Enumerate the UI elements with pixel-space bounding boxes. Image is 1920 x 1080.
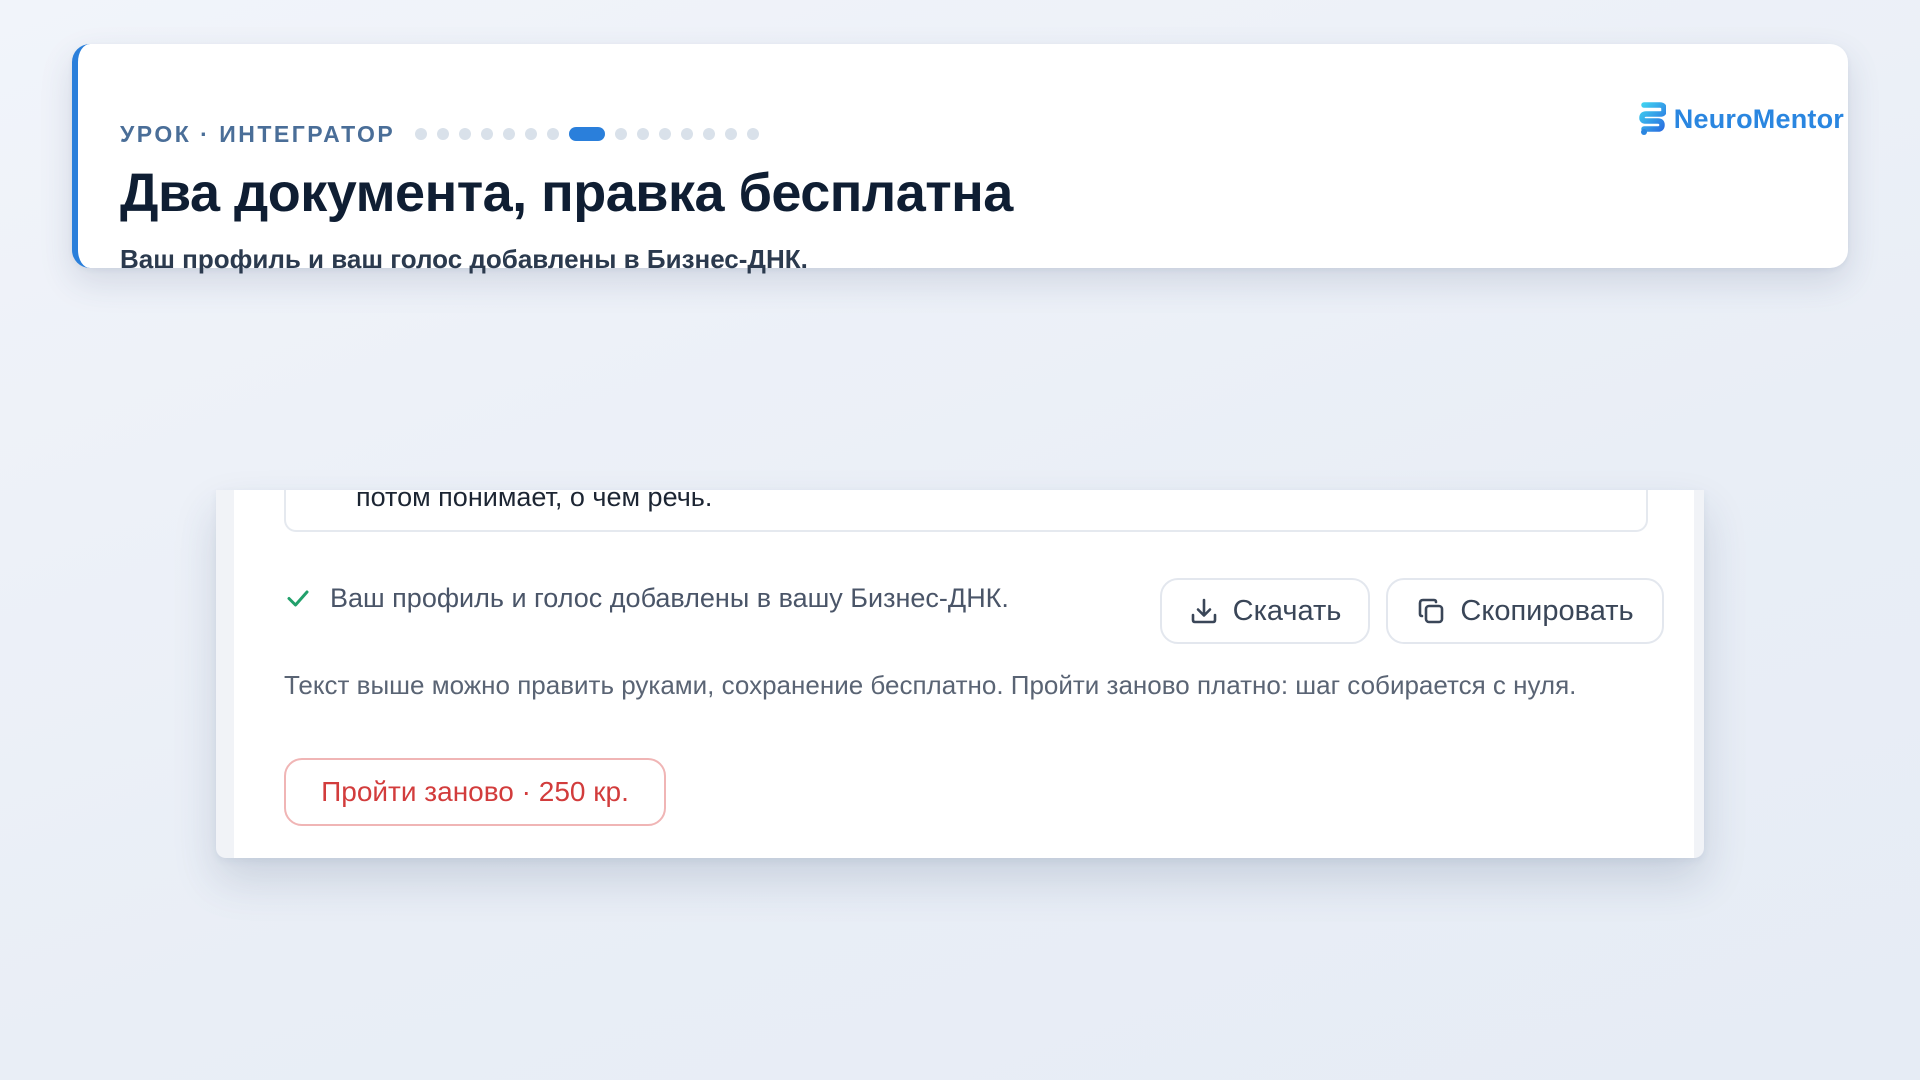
progress-dot	[615, 128, 628, 140]
download-button-label: Скачать	[1232, 594, 1342, 627]
progress-dots	[415, 127, 769, 141]
text-area-content: потом понимает, о чём речь.	[356, 490, 713, 512]
progress-dot	[703, 128, 716, 140]
lesson-header-card: УРОК · ИНТЕГРАТОР Два документа, правка …	[72, 44, 1848, 274]
status-row: Ваш профиль и голос добавлены в вашу Биз…	[284, 582, 1009, 614]
copy-button[interactable]: Скопировать	[1386, 578, 1664, 644]
status-text: Ваш профиль и голос добавлены в вашу Биз…	[330, 582, 1009, 613]
redo-button-label: Пройти заново · 250 кр.	[321, 776, 629, 807]
eyebrow-row: УРОК · ИНТЕГРАТОР	[120, 120, 769, 147]
redo-button[interactable]: Пройти заново · 250 кр.	[284, 758, 666, 826]
neuromentor-logo-icon	[1639, 102, 1666, 135]
download-icon	[1191, 598, 1216, 624]
copy-icon	[1419, 598, 1444, 624]
result-panel: потом понимает, о чём речь. Ваш профиль …	[216, 490, 1704, 858]
profile-text-area[interactable]: потом понимает, о чём речь.	[284, 490, 1648, 532]
progress-dot	[547, 128, 560, 140]
progress-dot	[637, 128, 650, 140]
page-subtitle: Ваш профиль и ваш голос добавлены в Бизн…	[120, 244, 808, 274]
lesson-eyebrow: УРОК · ИНТЕГРАТОР	[120, 120, 396, 147]
brand: NeuroMentor	[1638, 102, 1844, 136]
edit-note: Текст выше можно править руками, сохране…	[284, 670, 1577, 700]
progress-dot	[503, 128, 516, 140]
page-title: Два документа, правка бесплатна	[120, 163, 1013, 223]
progress-dot	[725, 128, 738, 140]
progress-dot	[481, 128, 494, 140]
progress-dot	[459, 128, 472, 140]
brand-name: NeuroMentor	[1673, 103, 1844, 134]
progress-dot	[681, 128, 694, 140]
copy-button-label: Скопировать	[1460, 594, 1634, 627]
progress-dot	[437, 128, 450, 140]
progress-dot	[415, 128, 428, 140]
download-button[interactable]: Скачать	[1160, 578, 1370, 644]
progress-dot	[525, 128, 538, 140]
check-icon	[287, 590, 309, 607]
progress-dot	[659, 128, 672, 140]
progress-dot-current	[569, 127, 606, 141]
progress-dot	[747, 128, 760, 140]
